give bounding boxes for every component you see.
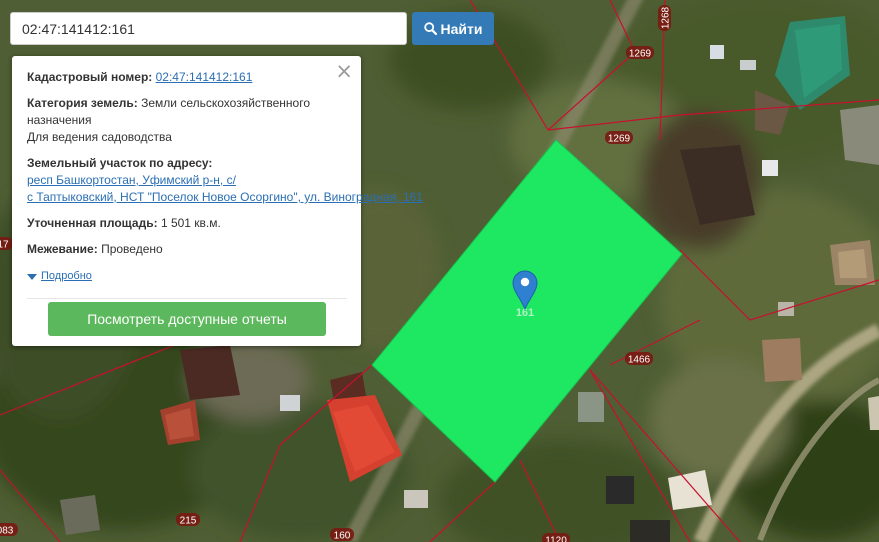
parcel-label-160: 160 [334,531,351,542]
parcel-label-083: 083 [0,526,14,537]
survey-value: Проведено [101,242,163,256]
cadastral-number-link[interactable]: 02:47:141412:161 [156,70,253,84]
address-label: Земельный участок по адресу: [27,156,213,170]
details-link[interactable]: Подробно [41,268,92,285]
close-icon[interactable]: × [335,60,353,82]
parcel-label-1120: 1120 [545,536,567,542]
survey-label: Межевание: [27,242,98,256]
view-reports-button[interactable]: Посмотреть доступные отчеты [48,302,326,336]
parcel-label-17: 17 [0,240,9,251]
parcel-label-1269: 1269 [608,134,631,145]
caret-down-icon [27,273,37,280]
address-line-1[interactable]: респ Башкортостан, Уфимский р-н, с/ [27,172,347,189]
parcel-label-1269-top: 1269 [629,49,652,60]
survey-row: Межевание: Проведено [27,241,347,258]
search-button[interactable]: Найти [412,12,494,45]
address-line-2[interactable]: с Таптыковский, НСТ "Поселок Новое Осорг… [27,189,423,206]
area-label: Уточненная площадь: [27,216,158,230]
search-icon [423,22,437,35]
parcel-label-215: 215 [180,516,197,527]
land-category-row: Категория земель: Земли сельскохозяйстве… [27,95,347,129]
parcel-label-1466: 1466 [628,355,651,366]
land-category-label: Категория земель: [27,96,138,110]
search-button-label: Найти [440,20,483,37]
cadastral-number-row: Кадастровый номер: 02:47:141412:161 [27,69,347,86]
divider [27,298,347,299]
parcel-info-popup: × Кадастровый номер: 02:47:141412:161 Ка… [12,56,423,346]
area-value: 1 501 кв.м. [160,216,221,230]
land-usage: Для ведения садоводства [27,130,172,144]
parcel-label-1268: 1268 [661,6,672,29]
area-row: Уточненная площадь: 1 501 кв.м. [27,215,347,232]
search-input[interactable] [10,12,407,45]
details-toggle[interactable]: Подробно [27,268,347,285]
cadastral-number-label: Кадастровый номер: [27,70,153,84]
